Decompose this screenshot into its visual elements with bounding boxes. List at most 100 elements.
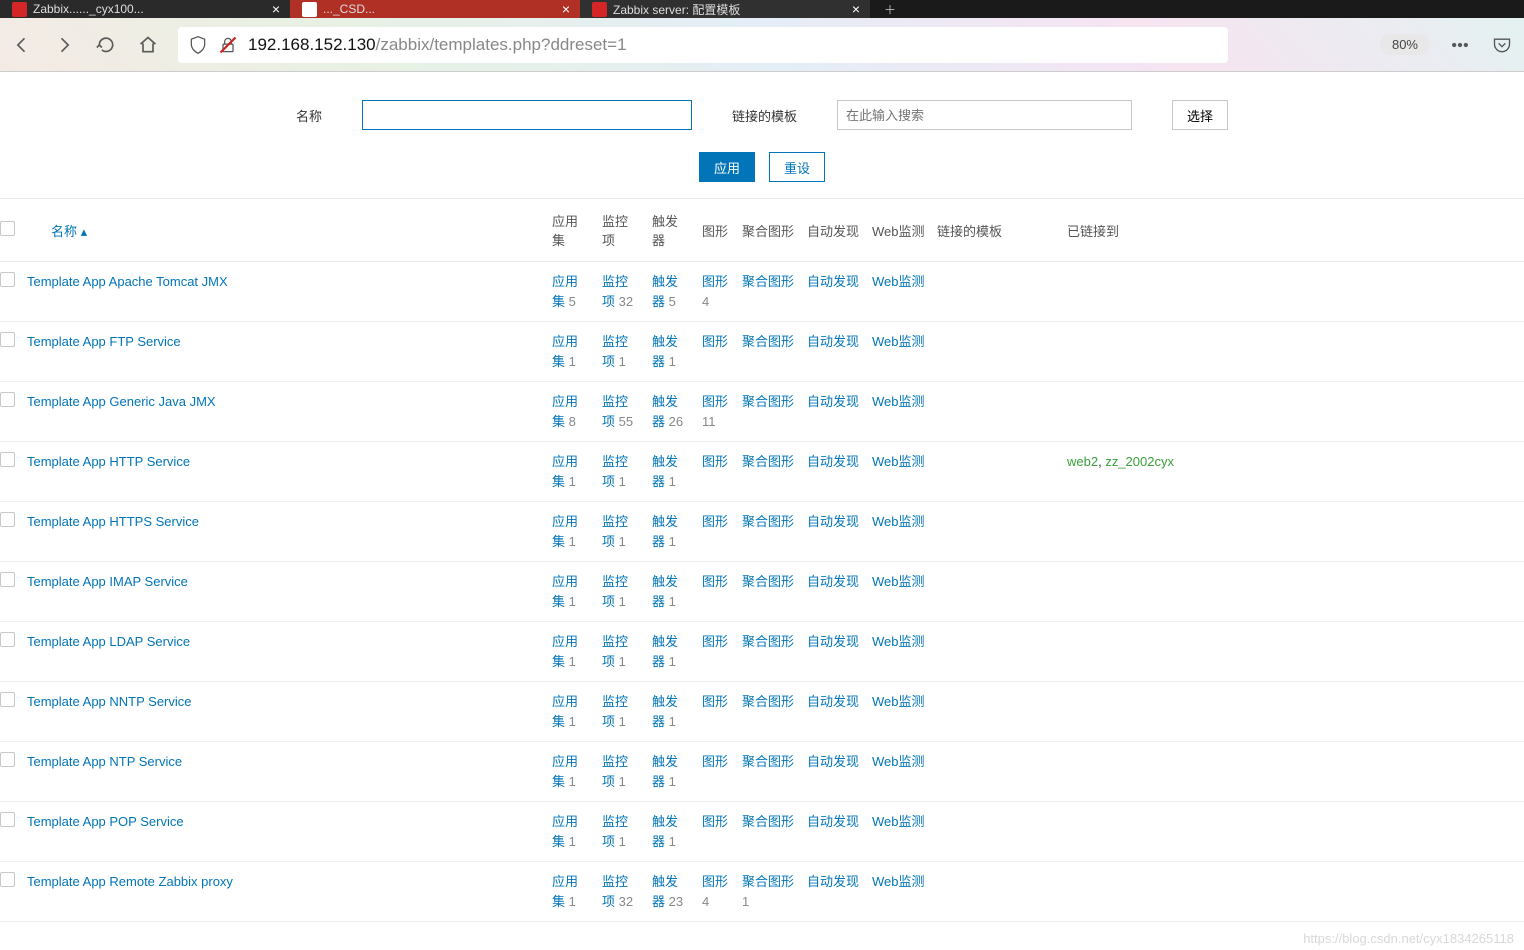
discovery-link[interactable]: 自动发现 (807, 574, 859, 589)
linked-host[interactable]: zz_2002cyx (1105, 454, 1174, 469)
graphs-link[interactable]: 图形 (702, 574, 728, 589)
screens-link[interactable]: 聚合图形 (742, 274, 794, 289)
insecure-lock-icon[interactable] (218, 35, 238, 55)
screens-link[interactable]: 聚合图形 (742, 694, 794, 709)
template-name-link[interactable]: Template App FTP Service (27, 334, 181, 349)
home-icon[interactable] (136, 33, 160, 57)
row-checkbox[interactable] (0, 512, 15, 527)
close-icon[interactable]: × (562, 1, 570, 17)
web-link[interactable]: Web监测 (872, 274, 925, 289)
row-checkbox[interactable] (0, 392, 15, 407)
meatball-menu-icon[interactable] (1448, 33, 1472, 57)
template-name-link[interactable]: Template App Apache Tomcat JMX (27, 274, 228, 289)
screens-link[interactable]: 聚合图形 (742, 454, 794, 469)
reload-icon[interactable] (94, 33, 118, 57)
table-row: Template App NTP Service 应用集 1 监控项 1 触发器… (0, 742, 1524, 802)
col-name[interactable]: 名称 ▴ (51, 224, 87, 239)
screens-link[interactable]: 聚合图形 (742, 814, 794, 829)
back-icon[interactable] (10, 33, 34, 57)
screens-link[interactable]: 聚合图形 (742, 394, 794, 409)
table-row: Template App HTTPS Service 应用集 1 监控项 1 触… (0, 502, 1524, 562)
row-checkbox[interactable] (0, 812, 15, 827)
discovery-link[interactable]: 自动发现 (807, 514, 859, 529)
row-checkbox[interactable] (0, 572, 15, 587)
shield-icon[interactable] (188, 35, 208, 55)
template-name-link[interactable]: Template App IMAP Service (27, 574, 188, 589)
address-bar[interactable]: 192.168.152.130/zabbix/templates.php?ddr… (178, 27, 1228, 63)
table-row: Template App FTP Service 应用集 1 监控项 1 触发器… (0, 322, 1524, 382)
forward-icon[interactable] (52, 33, 76, 57)
discovery-link[interactable]: 自动发现 (807, 694, 859, 709)
linked-host[interactable]: web2 (1067, 454, 1098, 469)
linked-to-hosts: web2, zz_2002cyx (1067, 454, 1174, 469)
web-link[interactable]: Web监测 (872, 754, 925, 769)
screens-link[interactable]: 聚合图形 (742, 514, 794, 529)
col-discovery: 自动发现 (801, 199, 866, 262)
graphs-link[interactable]: 图形 (702, 394, 728, 409)
template-name-link[interactable]: Template App HTTP Service (27, 454, 190, 469)
discovery-link[interactable]: 自动发现 (807, 814, 859, 829)
select-all-checkbox[interactable] (0, 221, 15, 236)
zoom-badge[interactable]: 80% (1380, 34, 1430, 55)
template-name-link[interactable]: Template App POP Service (27, 814, 184, 829)
web-link[interactable]: Web监测 (872, 514, 925, 529)
discovery-link[interactable]: 自动发现 (807, 634, 859, 649)
discovery-link[interactable]: 自动发现 (807, 394, 859, 409)
name-label: 名称 (296, 106, 322, 125)
row-checkbox[interactable] (0, 692, 15, 707)
screens-link[interactable]: 聚合图形 (742, 334, 794, 349)
graphs-link[interactable]: 图形 (702, 874, 728, 889)
web-link[interactable]: Web监测 (872, 694, 925, 709)
screens-link[interactable]: 聚合图形 (742, 574, 794, 589)
screens-link[interactable]: 聚合图形 (742, 874, 794, 889)
graphs-link[interactable]: 图形 (702, 334, 728, 349)
web-link[interactable]: Web监测 (872, 334, 925, 349)
template-name-link[interactable]: Template App NNTP Service (27, 694, 192, 709)
template-name-link[interactable]: Template App NTP Service (27, 754, 182, 769)
web-link[interactable]: Web监测 (872, 634, 925, 649)
name-input[interactable] (362, 100, 692, 130)
row-checkbox[interactable] (0, 452, 15, 467)
template-name-link[interactable]: Template App LDAP Service (27, 634, 190, 649)
row-checkbox[interactable] (0, 632, 15, 647)
favicon-icon (592, 2, 607, 17)
template-name-link[interactable]: Template App Remote Zabbix proxy (27, 874, 233, 889)
template-name-link[interactable]: Template App HTTPS Service (27, 514, 199, 529)
browser-tab[interactable]: Zabbix server: 配置模板 × (580, 0, 870, 18)
web-link[interactable]: Web监测 (872, 814, 925, 829)
close-icon[interactable]: × (272, 1, 280, 17)
graphs-link[interactable]: 图形 (702, 274, 728, 289)
close-icon[interactable]: × (852, 1, 860, 17)
graphs-link[interactable]: 图形 (702, 454, 728, 469)
browser-tab[interactable]: Zabbix......_cyx100... × (0, 0, 290, 18)
discovery-link[interactable]: 自动发现 (807, 274, 859, 289)
discovery-link[interactable]: 自动发现 (807, 334, 859, 349)
apply-button[interactable]: 应用 (699, 152, 755, 182)
browser-tab[interactable]: ..._CSD... × (290, 0, 580, 18)
screens-link[interactable]: 聚合图形 (742, 634, 794, 649)
graphs-link[interactable]: 图形 (702, 694, 728, 709)
graphs-link[interactable]: 图形 (702, 514, 728, 529)
select-button[interactable]: 选择 (1172, 100, 1228, 130)
row-checkbox[interactable] (0, 872, 15, 887)
row-checkbox[interactable] (0, 332, 15, 347)
new-tab-button[interactable]: ＋ (870, 0, 910, 18)
row-checkbox[interactable] (0, 752, 15, 767)
pocket-icon[interactable] (1490, 33, 1514, 57)
row-checkbox[interactable] (0, 272, 15, 287)
graphs-link[interactable]: 图形 (702, 634, 728, 649)
browser-tab-strip: Zabbix......_cyx100... × ..._CSD... × Za… (0, 0, 1524, 18)
reset-button[interactable]: 重设 (769, 152, 825, 182)
web-link[interactable]: Web监测 (872, 574, 925, 589)
graphs-link[interactable]: 图形 (702, 814, 728, 829)
discovery-link[interactable]: 自动发现 (807, 754, 859, 769)
discovery-link[interactable]: 自动发现 (807, 874, 859, 889)
web-link[interactable]: Web监测 (872, 874, 925, 889)
web-link[interactable]: Web监测 (872, 394, 925, 409)
graphs-link[interactable]: 图形 (702, 754, 728, 769)
discovery-link[interactable]: 自动发现 (807, 454, 859, 469)
template-name-link[interactable]: Template App Generic Java JMX (27, 394, 216, 409)
linked-templates-search[interactable] (837, 100, 1132, 130)
web-link[interactable]: Web监测 (872, 454, 925, 469)
screens-link[interactable]: 聚合图形 (742, 754, 794, 769)
